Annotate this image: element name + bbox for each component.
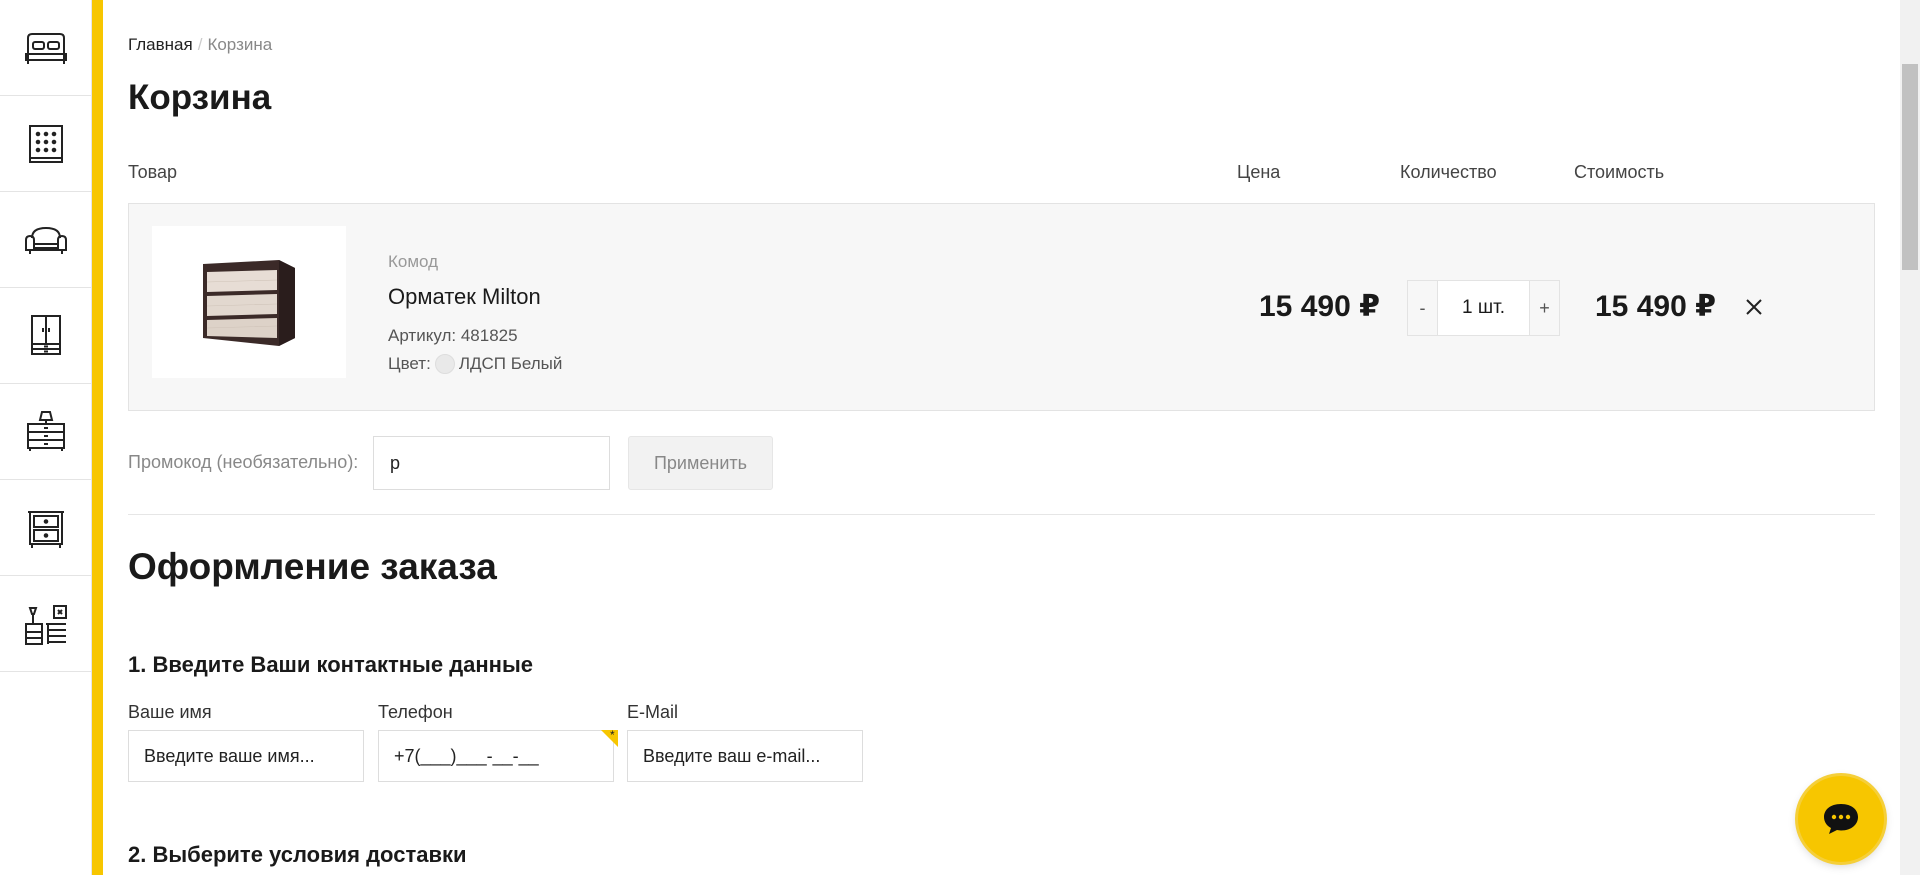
qty-increase-button[interactable]: +	[1530, 281, 1559, 335]
sidebar-item-mattresses[interactable]	[0, 96, 91, 192]
header-total: Стоимость	[1574, 162, 1665, 182]
qty-value[interactable]: 1 шт.	[1437, 281, 1530, 335]
page-scrollbar[interactable]	[1900, 0, 1920, 875]
mattress-icon	[28, 124, 63, 163]
sidebar-item-nightstands[interactable]	[0, 480, 91, 576]
name-field[interactable]	[128, 730, 364, 782]
sidebar-item-beds[interactable]	[0, 0, 91, 96]
product-category: Комод	[388, 252, 439, 271]
chat-bubble-icon	[1824, 804, 1858, 834]
promo-label: Промокод (необязательно):	[128, 452, 359, 472]
dresser-lamp-icon	[26, 410, 65, 451]
promo-apply-button[interactable]: Применить	[628, 436, 773, 490]
product-image[interactable]	[152, 226, 346, 378]
header-product: Товар	[128, 162, 177, 182]
item-total: 15 490 ₽	[1595, 290, 1716, 323]
email-field[interactable]	[627, 730, 863, 782]
breadcrumb: Главная / Корзина	[128, 35, 272, 55]
sidebar-item-dressers[interactable]	[0, 384, 91, 480]
promo-code-input[interactable]	[373, 436, 610, 490]
category-sidebar	[0, 0, 92, 875]
product-color: Цвет: ЛДСП Белый	[388, 354, 562, 374]
breadcrumb-home-link[interactable]: Главная	[128, 35, 193, 54]
chat-button[interactable]	[1798, 776, 1884, 862]
divider	[128, 514, 1875, 515]
product-sku: Артикул: 481825	[388, 326, 562, 346]
header-price: Цена	[1237, 162, 1281, 182]
name-label: Ваше имя	[128, 702, 212, 722]
product-name-link[interactable]: Орматек Milton	[388, 284, 562, 310]
header-quantity: Количество	[1400, 162, 1497, 182]
kids-room-icon	[24, 604, 67, 645]
breadcrumb-current: Корзина	[207, 35, 273, 54]
scrollbar-thumb[interactable]	[1902, 64, 1918, 270]
sku-value: 481825	[460, 326, 518, 345]
dresser-product-image	[203, 260, 295, 346]
checkout-title: Оформление заказа	[128, 546, 497, 587]
color-label: Цвет:	[388, 354, 431, 373]
qty-decrease-button[interactable]: -	[1408, 281, 1437, 335]
breadcrumb-separator: /	[197, 35, 203, 54]
sofa-icon	[24, 226, 67, 254]
wardrobe-icon	[30, 314, 61, 355]
page-title: Корзина	[128, 78, 272, 117]
phone-field[interactable]	[378, 730, 614, 782]
sidebar-item-sofas[interactable]	[0, 192, 91, 288]
bed-icon	[24, 32, 67, 64]
color-value: ЛДСП Белый	[458, 354, 563, 373]
unit-price: 15 490 ₽	[1259, 290, 1380, 323]
phone-label: Телефон	[378, 702, 453, 722]
sidebar-item-wardrobes[interactable]	[0, 288, 91, 384]
remove-item-icon[interactable]	[1741, 294, 1767, 320]
accent-stripe	[92, 0, 103, 875]
sidebar-item-kids-rooms[interactable]	[0, 576, 91, 672]
cart-item-row: Комод Орматек Milton Артикул: 481825 Цве…	[128, 203, 1875, 411]
nightstand-icon	[27, 510, 64, 548]
product-info: Комод Орматек Milton Артикул: 481825 Цве…	[388, 252, 562, 374]
quantity-stepper: - 1 шт. +	[1407, 280, 1560, 336]
email-label: E-Mail	[627, 702, 679, 722]
required-star: *	[610, 728, 615, 742]
step1-title: 1. Введите Ваши контактные данные	[128, 652, 533, 677]
sku-label: Артикул:	[388, 326, 457, 345]
color-swatch	[434, 354, 455, 374]
step2-title: 2. Выберите условия доставки	[128, 842, 467, 867]
